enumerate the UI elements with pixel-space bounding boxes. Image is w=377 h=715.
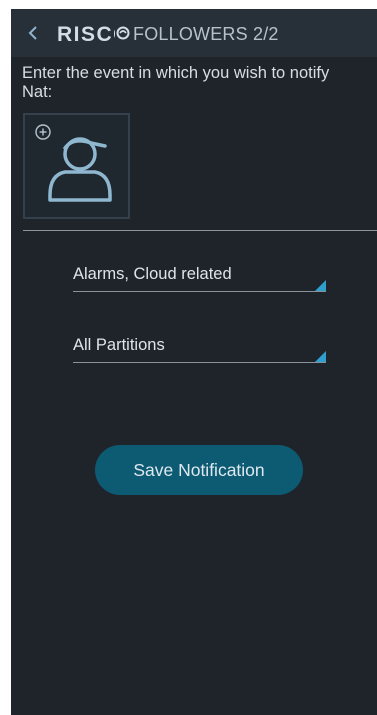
- follower-avatar[interactable]: [23, 113, 130, 219]
- risco-wordmark: RISCO: [57, 23, 130, 46]
- partition-select[interactable]: All Partitions: [73, 335, 326, 363]
- dropdown-arrow-icon: [315, 280, 326, 291]
- event-type-select[interactable]: Alarms, Cloud related: [73, 264, 326, 292]
- select-underline: [73, 362, 326, 363]
- page-title: FOLLOWERS 2/2: [133, 24, 279, 44]
- risco-swirl-icon: [116, 26, 130, 40]
- section-divider: [23, 230, 377, 231]
- dropdown-arrow-icon: [315, 351, 326, 362]
- instruction-text: Enter the event in which you wish to not…: [22, 64, 330, 101]
- event-type-value: Alarms, Cloud related: [73, 265, 232, 283]
- user-avatar-icon: [35, 124, 112, 202]
- save-notification-button[interactable]: Save Notification: [95, 445, 303, 495]
- partition-value: All Partitions: [73, 336, 165, 354]
- app-screen: RISCO FOLLOWERS 2/2 Enter the event in w…: [11, 9, 377, 715]
- back-button[interactable]: [25, 22, 41, 44]
- select-underline: [73, 291, 326, 292]
- app-header: RISCO FOLLOWERS 2/2: [11, 9, 377, 57]
- risco-logo: RISCO: [57, 21, 130, 46]
- chevron-left-icon: [28, 26, 37, 40]
- svg-text:RISCO: RISCO: [57, 23, 115, 45]
